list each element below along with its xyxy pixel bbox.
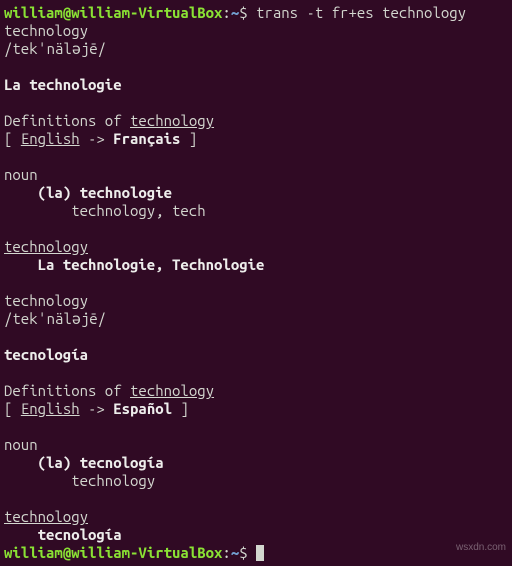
defs-word: technology (130, 382, 214, 399)
prompt-at: @ (63, 4, 71, 21)
prompt-user: william (4, 544, 63, 561)
arrow: -> (80, 400, 114, 417)
prompt-path: ~ (231, 4, 239, 21)
output-defs-line-1: Definitions of technology (0, 112, 512, 130)
output-blank (0, 148, 512, 166)
command-input: trans -t fr+es technology (248, 4, 466, 21)
indent (4, 184, 38, 201)
output-blank (0, 94, 512, 112)
output-langpair-2: [ English -> Español ] (0, 400, 512, 418)
prompt-colon: : (222, 4, 230, 21)
output-translation-2: tecnología (0, 346, 512, 364)
output-gloss-1: technology, tech (0, 202, 512, 220)
prompt-line-1[interactable]: william@william-VirtualBox:~$ trans -t f… (0, 4, 512, 22)
trans1: La technologie (38, 256, 156, 273)
defs-word: technology (130, 112, 214, 129)
arrow: -> (80, 130, 114, 147)
output-blank (0, 220, 512, 238)
defs-label: Definitions of (4, 112, 130, 129)
prompt-line-2[interactable]: william@william-VirtualBox:~$ (0, 544, 512, 562)
bracket-left: [ (4, 130, 21, 147)
output-gloss-2: technology (0, 472, 512, 490)
prompt-user: william (4, 4, 63, 21)
indent (4, 256, 38, 273)
entry-text: (la) technologie (38, 184, 172, 201)
output-blank (0, 58, 512, 76)
defs-label: Definitions of (4, 382, 130, 399)
gloss-text: technology, tech (71, 202, 205, 219)
word-underline: technology (4, 238, 88, 255)
output-word2-2: technology (0, 508, 512, 526)
prompt-host: william-VirtualBox (71, 4, 222, 21)
output-phonetic-2: /tekˈnäləjē/ (0, 310, 512, 328)
bracket-right: ] (180, 130, 197, 147)
indent (4, 472, 71, 489)
output-defs-line-2: Definitions of technology (0, 382, 512, 400)
output-word-1: technology (0, 22, 512, 40)
output-phonetic-1: /tekˈnäləjē/ (0, 40, 512, 58)
src-lang: English (21, 130, 80, 147)
output-langpair-1: [ English -> Français ] (0, 130, 512, 148)
comma: , (155, 256, 172, 273)
prompt-host: william-VirtualBox (71, 544, 222, 561)
output-blank (0, 364, 512, 382)
dst-lang: Français (113, 130, 180, 147)
output-word-2: technology (0, 292, 512, 310)
prompt-at: @ (63, 544, 71, 561)
bracket-right: ] (172, 400, 189, 417)
output-blank (0, 418, 512, 436)
output-translation-1: La technologie (0, 76, 512, 94)
indent (4, 454, 38, 471)
output-translist-1: La technologie, Technologie (0, 256, 512, 274)
prompt-path: ~ (231, 544, 239, 561)
prompt-colon: : (222, 544, 230, 561)
indent (4, 202, 71, 219)
src-lang: English (21, 400, 80, 417)
entry-text: (la) tecnología (38, 454, 164, 471)
output-entry-1: (la) technologie (0, 184, 512, 202)
output-blank (0, 490, 512, 508)
gloss-text: technology (71, 472, 155, 489)
bracket-left: [ (4, 400, 21, 417)
output-entry-2: (la) tecnología (0, 454, 512, 472)
trans2: Technologie (172, 256, 264, 273)
output-word2-1: technology (0, 238, 512, 256)
cursor-block-icon (256, 545, 264, 561)
indent (4, 526, 38, 543)
output-pos-2: noun (0, 436, 512, 454)
dst-lang: Español (113, 400, 172, 417)
watermark-text: wsxdn.com (456, 539, 506, 557)
output-blank (0, 274, 512, 292)
output-pos-1: noun (0, 166, 512, 184)
prompt-dollar: $ (239, 4, 247, 21)
trans1: tecnología (38, 526, 122, 543)
word-underline: technology (4, 508, 88, 525)
prompt-dollar: $ (239, 544, 247, 561)
space (248, 544, 256, 561)
output-blank (0, 328, 512, 346)
output-translist-2: tecnología (0, 526, 512, 544)
